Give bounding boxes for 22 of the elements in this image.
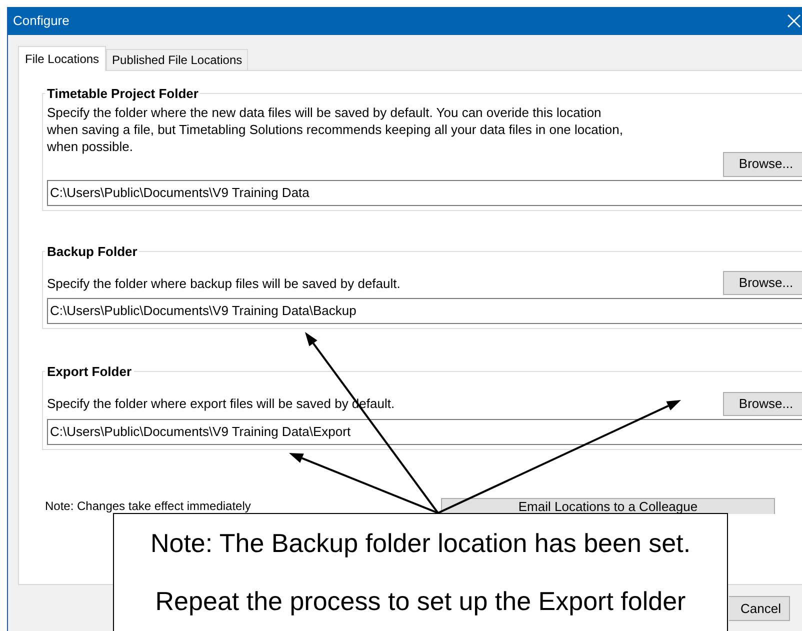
note-text: Note: Changes take effect immediately <box>45 498 252 512</box>
path-field[interactable]: C:\Users\Public\Documents\V9 Training Data\Backup <box>47 298 802 324</box>
window-title: Configure <box>13 12 70 30</box>
description-text: when saving a file, but Timetabling Solutions recommends keeping all your data files in one location, <box>47 120 624 138</box>
group-title: Backup Folder <box>46 242 138 261</box>
path-field[interactable]: C:\Users\Public\Documents\V9 Training Data\Export <box>47 418 802 444</box>
browse-button[interactable]: Browse... <box>723 152 802 176</box>
description-text: when possible. <box>47 138 134 154</box>
close-icon[interactable] <box>787 14 801 28</box>
path-field[interactable]: C:\Users\Public\Documents\V9 Training Data <box>47 180 802 206</box>
callout-text: Repeat the process to set up the Export folder <box>155 585 686 617</box>
description-text: Specify the folder where backup files will be saved by default. <box>47 274 400 292</box>
group-title: Export Folder <box>46 363 133 381</box>
email-button[interactable]: Email Locations to a Colleague <box>441 498 775 514</box>
tab[interactable]: Published File Locations <box>106 49 248 70</box>
description-text: Specify the folder where the new data files will be saved by default. You can overide this location <box>47 104 602 120</box>
browse-button[interactable]: Browse... <box>723 392 802 416</box>
browse-button[interactable]: Browse... <box>723 271 802 295</box>
callout-text: Note: The Backup folder location has been set. <box>150 527 691 559</box>
tab[interactable]: File Locations <box>18 46 106 71</box>
group-title: Timetable Project Folder <box>46 85 200 103</box>
cancel-button[interactable]: Cancel <box>729 596 790 621</box>
